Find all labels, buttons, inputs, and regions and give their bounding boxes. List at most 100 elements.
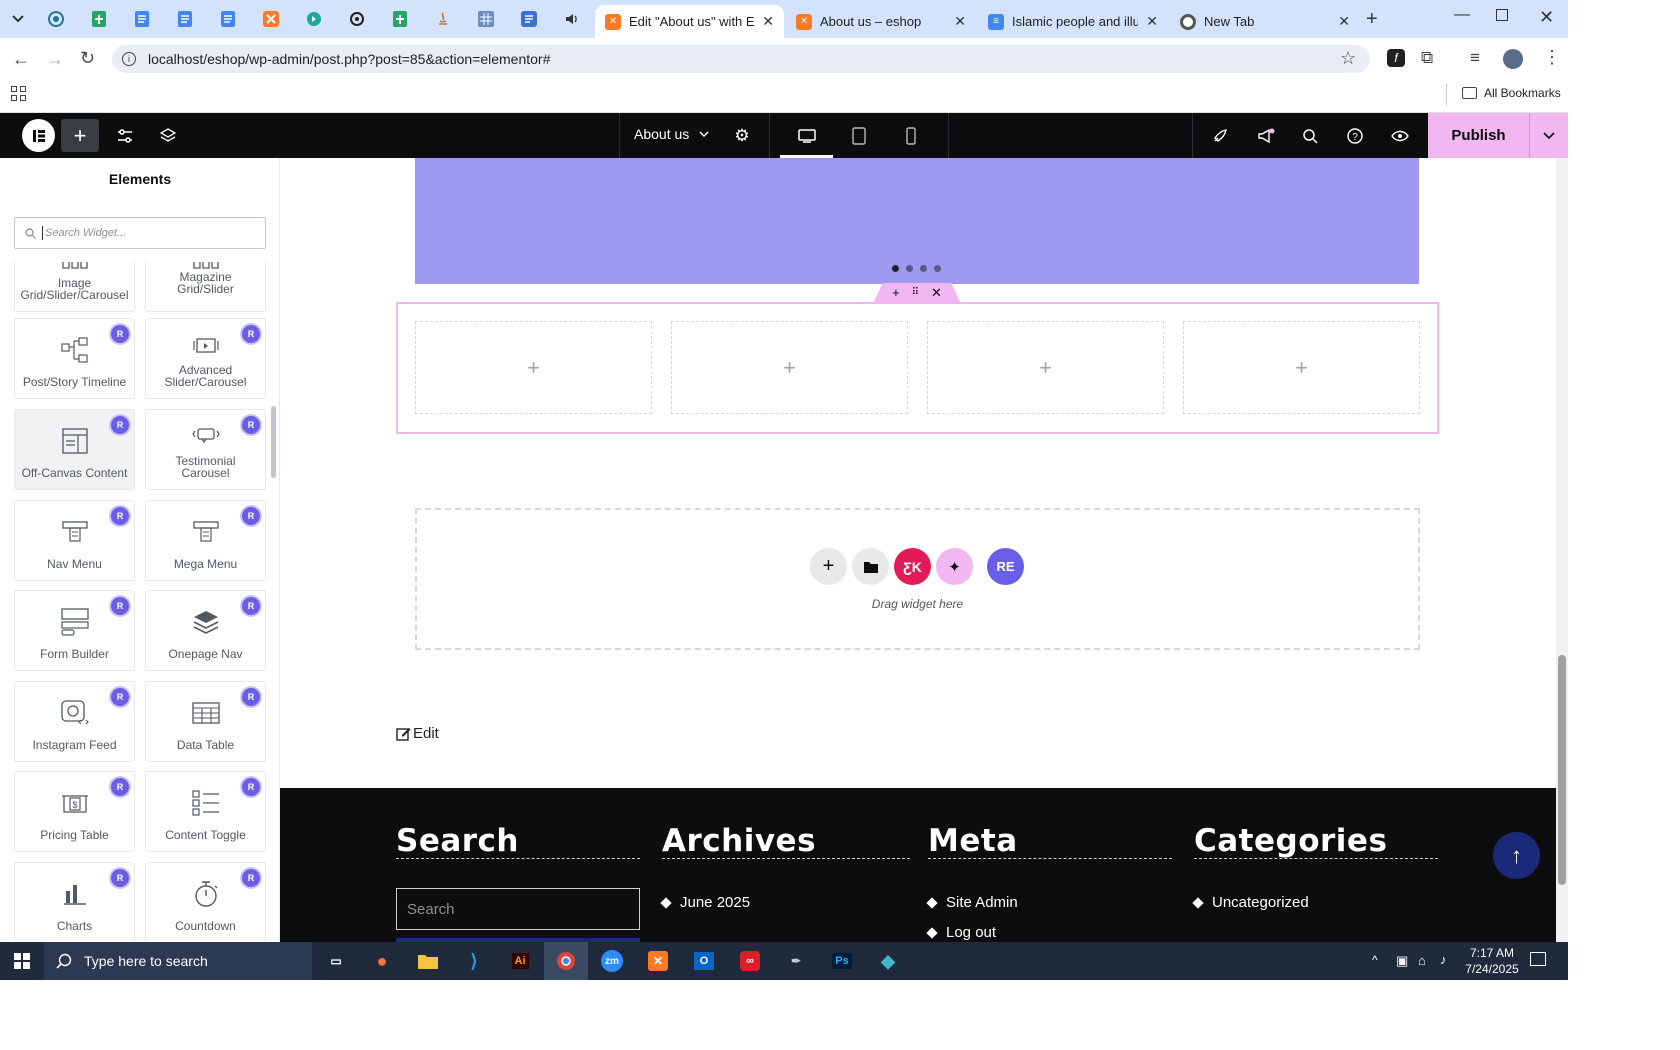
star-icon[interactable]: ☆ <box>1340 48 1356 69</box>
pinned-tab-sheets-icon[interactable] <box>390 9 410 29</box>
envato-kits-icon[interactable]: ƸK <box>894 548 931 585</box>
template-library-folder-icon[interactable] <box>852 548 889 585</box>
volume-icon[interactable]: ♪ <box>1440 952 1447 967</box>
pinned-tab-docs-icon[interactable] <box>132 9 152 29</box>
widget-search-input[interactable]: Search Widget... <box>14 217 266 249</box>
footer-search-input[interactable]: Search <box>396 888 640 930</box>
tray-chevron-icon[interactable]: ^ <box>1372 953 1378 967</box>
meta-link[interactable]: Site Admin <box>946 894 1018 911</box>
page-title-dropdown[interactable]: About us <box>634 126 709 142</box>
widget-charts[interactable]: R Charts <box>14 862 135 942</box>
tab-about-us-eshop[interactable]: ✕ About us – eshop ✕ <box>786 5 976 38</box>
navigator-layers-icon[interactable] <box>153 113 183 158</box>
empty-column[interactable]: + <box>415 321 652 414</box>
elementor-logo-icon[interactable] <box>22 119 55 152</box>
widget-off-canvas[interactable]: R Off-Canvas Content <box>14 409 135 490</box>
widget-form-builder[interactable]: R Form Builder <box>14 590 135 671</box>
tablet-view-icon[interactable] <box>845 113 873 158</box>
system-clock[interactable]: 7:17 AM 7/24/2025 <box>1460 945 1524 977</box>
task-view-icon[interactable]: ▭ <box>314 942 358 980</box>
close-window-button[interactable]: ✕ <box>1539 7 1554 28</box>
publish-button[interactable]: Publish <box>1428 113 1529 158</box>
pinned-tab-docs-icon[interactable] <box>218 9 238 29</box>
drag-handle-icon[interactable]: ⠿ <box>912 287 919 298</box>
delete-container-icon[interactable]: ✕ <box>931 285 942 301</box>
meta-link[interactable]: Log out <box>946 924 996 941</box>
empty-column[interactable]: + <box>1183 321 1420 414</box>
widget-image-grid[interactable]: Image Grid/Slider/Carousel <box>14 262 135 312</box>
minimize-button[interactable]: — <box>1454 6 1470 24</box>
widget-content-toggle[interactable]: R Content Toggle <box>145 771 266 852</box>
panel-scrollbar[interactable] <box>271 406 276 478</box>
extension-font-icon[interactable]: f <box>1387 49 1405 67</box>
illustrator-icon[interactable]: Ai <box>498 942 542 980</box>
widget-onepage-nav[interactable]: R Onepage Nav <box>145 590 266 671</box>
widget-post-timeline[interactable]: R Post/Story Timeline <box>14 318 135 399</box>
chrome-taskbar-icon[interactable] <box>544 942 588 980</box>
canvas-scrollbar[interactable] <box>1556 158 1568 942</box>
tab-islamic-people[interactable]: ≡ Islamic people and illustr ✕ <box>978 5 1168 38</box>
rocket-icon[interactable] <box>1206 113 1234 158</box>
pinned-tab-sheets-icon[interactable] <box>89 9 109 29</box>
zoom-icon[interactable]: zm <box>590 942 634 980</box>
scroll-to-top-button[interactable]: ↑ <box>1493 832 1540 879</box>
search-icon[interactable] <box>1296 113 1324 158</box>
firefox-icon[interactable]: ● <box>360 942 404 980</box>
new-tab-button[interactable]: + <box>1366 8 1378 31</box>
pinned-tab-docs-icon[interactable] <box>175 9 195 29</box>
scrollbar-thumb[interactable] <box>1558 655 1566 885</box>
tab-search-icon[interactable] <box>8 9 28 29</box>
slider-dot[interactable] <box>906 265 913 272</box>
ai-sparkle-icon[interactable]: ✦ <box>936 548 973 585</box>
close-icon[interactable]: ✕ <box>762 13 774 30</box>
royal-elementor-templates-icon[interactable]: RE <box>987 548 1024 585</box>
slider-pagination[interactable] <box>892 265 941 272</box>
widget-data-table[interactable]: R Data Table <box>145 681 266 762</box>
file-explorer-icon[interactable] <box>406 942 450 980</box>
publish-options-button[interactable] <box>1529 113 1568 158</box>
widget-countdown[interactable]: R Countdown <box>145 862 266 942</box>
windows-start-icon[interactable] <box>0 942 44 980</box>
archive-link[interactable]: June 2025 <box>680 894 750 911</box>
pinned-tab-java-icon[interactable] <box>433 9 453 29</box>
notifications-megaphone-icon[interactable] <box>1252 113 1280 158</box>
close-icon[interactable]: ✕ <box>954 13 966 30</box>
pinned-tab-forms-icon[interactable] <box>519 9 539 29</box>
pinned-tab-xampp-icon[interactable] <box>261 9 281 29</box>
add-element-icon[interactable]: + <box>61 119 99 152</box>
notifications-icon[interactable] <box>1530 952 1546 966</box>
photoshop-icon[interactable]: Ps <box>820 942 864 980</box>
widget-nav-menu[interactable]: R Nav Menu <box>14 500 135 581</box>
page-settings-gear-icon[interactable]: ⚙ <box>728 113 756 158</box>
outlook-icon[interactable]: O <box>682 942 726 980</box>
wifi-icon[interactable]: ⌂ <box>1418 953 1426 968</box>
taskbar-search-box[interactable]: Type here to search <box>44 942 312 980</box>
all-bookmarks-button[interactable]: All Bookmarks <box>1462 86 1561 100</box>
pinned-tab-audio-icon[interactable] <box>562 9 582 29</box>
category-item[interactable]: Uncategorized <box>1192 894 1309 911</box>
app-diamond-icon[interactable]: ◆ <box>866 942 910 980</box>
tab-new-tab[interactable]: New Tab ✕ <box>1170 5 1360 38</box>
widget-pricing-table[interactable]: R $ Pricing Table <box>14 771 135 852</box>
pinned-tab-wordpress-icon[interactable] <box>46 9 66 29</box>
forward-button[interactable]: → <box>46 49 64 70</box>
back-button[interactable]: ← <box>12 49 30 70</box>
preview-eye-icon[interactable] <box>1386 113 1414 158</box>
slider-dot[interactable] <box>934 265 941 272</box>
pinned-tab-chatgpt-icon[interactable] <box>347 9 367 29</box>
meta-item[interactable]: Site Admin <box>926 894 1018 911</box>
slider-dot[interactable] <box>920 265 927 272</box>
slider-section[interactable] <box>415 158 1419 284</box>
profile-avatar[interactable] <box>1503 49 1523 69</box>
widget-instagram-feed[interactable]: R Instagram Feed <box>14 681 135 762</box>
empty-column[interactable]: + <box>671 321 908 414</box>
tab-edit-about-us[interactable]: ✕ Edit "About us" with Elem ✕ <box>595 5 784 38</box>
creative-cloud-icon[interactable]: ∞ <box>728 942 772 980</box>
restore-button[interactable] <box>1496 9 1508 21</box>
vscode-icon[interactable]: ⟩ <box>452 942 496 980</box>
slider-dot-active[interactable] <box>892 265 899 272</box>
meta-item[interactable]: Log out <box>926 924 996 941</box>
pinned-tab-app-icon[interactable] <box>304 9 324 29</box>
extensions-icon[interactable]: ⧉ <box>1421 48 1433 68</box>
pen-tool-icon[interactable]: ✒ <box>774 942 818 980</box>
